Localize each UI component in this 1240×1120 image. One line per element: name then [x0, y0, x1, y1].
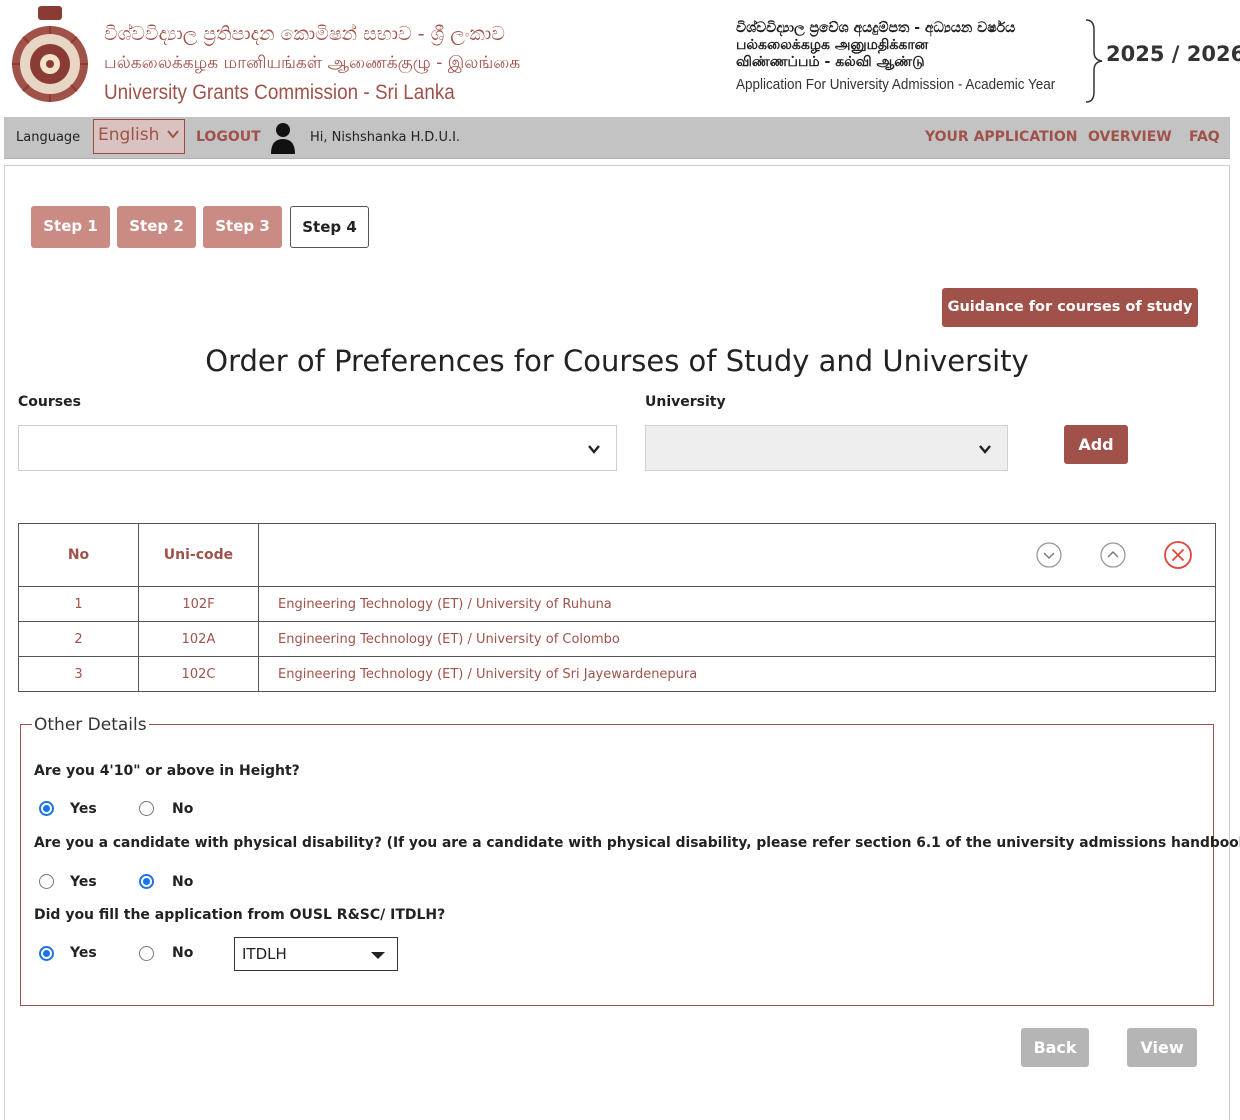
height-yes-radio[interactable] — [39, 801, 54, 816]
title-tamil: பல்கலைக்கழக மானியங்கள் ஆணைக்குழு - இலங்க… — [104, 53, 521, 73]
add-button[interactable]: Add — [1064, 425, 1128, 464]
user-greeting: Hi, Nishshanka H.D.U.I. — [310, 130, 461, 145]
row-uni-code: 102F — [138, 586, 259, 622]
disability-question: Are you a candidate with physical disabi… — [34, 835, 1240, 851]
table-row[interactable]: 3 102C Engineering Technology (ET) / Uni… — [18, 656, 1216, 692]
view-button[interactable]: View — [1127, 1028, 1197, 1067]
height-no-radio[interactable] — [139, 801, 154, 816]
move-up-icon[interactable] — [1099, 541, 1127, 569]
language-label: Language — [16, 130, 81, 145]
table-header-row: No Uni-code — [18, 523, 1216, 587]
application-title: විශ්වවිද්‍යාල ප්‍රවේශ අයදුම්පත - අධ්‍යයන… — [736, 20, 1079, 94]
preferences-table: No Uni-code 1 102F Engineering Technolog… — [18, 523, 1216, 692]
dropdown-arrow-icon — [371, 952, 385, 959]
ousl-centre-value: ITDLH — [242, 945, 287, 963]
nav-your-application[interactable]: YOUR APPLICATION — [925, 129, 1077, 145]
height-question: Are you 4'10" or above in Height? — [34, 763, 300, 779]
ugc-title: විශ්වවිද්‍යාල ප්‍රතිපාදන කොමිෂන් සභාව - … — [104, 20, 520, 108]
courses-label: Courses — [18, 394, 81, 410]
row-course-name: Engineering Technology (ET) / University… — [258, 586, 1216, 622]
guidance-button[interactable]: Guidance for courses of study — [942, 288, 1198, 327]
academic-year: 2025 / 2026 — [1106, 42, 1240, 66]
user-icon — [271, 123, 295, 154]
ugc-logo-icon — [12, 6, 88, 102]
nav-overview[interactable]: OVERVIEW — [1088, 129, 1172, 145]
app-title-tamil-1: பல்கலைக்கழக அனுமதிக்கான — [736, 37, 929, 53]
disability-yes-radio[interactable] — [39, 874, 54, 889]
table-row[interactable]: 1 102F Engineering Technology (ET) / Uni… — [18, 586, 1216, 622]
row-no: 2 — [18, 621, 139, 657]
disability-no-label: No — [172, 874, 194, 890]
row-course-name: Engineering Technology (ET) / University… — [258, 656, 1216, 692]
back-button[interactable]: Back — [1021, 1028, 1089, 1067]
step-4-tab[interactable]: Step 4 — [290, 206, 369, 248]
chevron-down-icon — [979, 445, 991, 454]
header-actions — [258, 523, 1216, 587]
app-title-tamil-2: விண்ணப்பம் - கல்வி ஆண்டு — [736, 54, 925, 70]
disability-yes-label: Yes — [70, 874, 97, 890]
page-title: Order of Preferences for Courses of Stud… — [205, 344, 1029, 378]
title-english: University Grants Commission - Sri Lanka — [104, 81, 455, 104]
row-course-name: Engineering Technology (ET) / University… — [258, 621, 1216, 657]
navbar: Language English LOGOUT Hi, Nishshanka H… — [4, 117, 1230, 159]
step-3-tab[interactable]: Step 3 — [203, 206, 282, 248]
move-down-icon[interactable] — [1035, 541, 1063, 569]
height-no-label: No — [172, 801, 194, 817]
row-uni-code: 102A — [138, 621, 259, 657]
ousl-no-label: No — [172, 945, 194, 961]
title-sinhala: විශ්වවිද්‍යාල ප්‍රතිපාදන කොමිෂන් සභාව - … — [104, 23, 505, 45]
step-1-tab[interactable]: Step 1 — [31, 206, 110, 248]
university-select[interactable] — [645, 425, 1008, 471]
ousl-yes-radio[interactable] — [39, 946, 54, 961]
chevron-down-icon — [588, 445, 600, 454]
university-label: University — [645, 394, 726, 410]
row-no: 3 — [18, 656, 139, 692]
height-yes-label: Yes — [70, 801, 97, 817]
header-uni-code: Uni-code — [138, 523, 259, 587]
header-no: No — [18, 523, 139, 587]
app-title-sinhala: විශ්වවිද්‍යාල ප්‍රවේශ අයදුම්පත - අධ්‍යයන… — [736, 20, 1016, 36]
app-title-english: Application For University Admission - A… — [736, 77, 1056, 93]
row-no: 1 — [18, 586, 139, 622]
step-2-tab[interactable]: Step 2 — [117, 206, 196, 248]
ousl-question: Did you fill the application from OUSL R… — [34, 907, 446, 923]
language-value: English — [98, 125, 160, 145]
other-details-legend: Other Details — [32, 715, 149, 735]
courses-select[interactable] — [18, 425, 617, 471]
chevron-down-icon — [167, 130, 179, 139]
remove-icon[interactable] — [1163, 540, 1193, 570]
ousl-no-radio[interactable] — [139, 946, 154, 961]
brace-icon — [1085, 19, 1103, 103]
nav-faq[interactable]: FAQ — [1189, 129, 1220, 145]
logout-link[interactable]: LOGOUT — [196, 129, 261, 145]
language-select[interactable]: English — [93, 119, 185, 154]
ousl-yes-label: Yes — [70, 945, 97, 961]
ousl-centre-select[interactable]: ITDLH — [234, 937, 398, 971]
table-row[interactable]: 2 102A Engineering Technology (ET) / Uni… — [18, 621, 1216, 657]
disability-no-radio[interactable] — [139, 874, 154, 889]
header: විශ්වවිද්‍යාල ප්‍රතිපාදන කොමිෂන් සභාව - … — [0, 0, 1240, 116]
row-uni-code: 102C — [138, 656, 259, 692]
